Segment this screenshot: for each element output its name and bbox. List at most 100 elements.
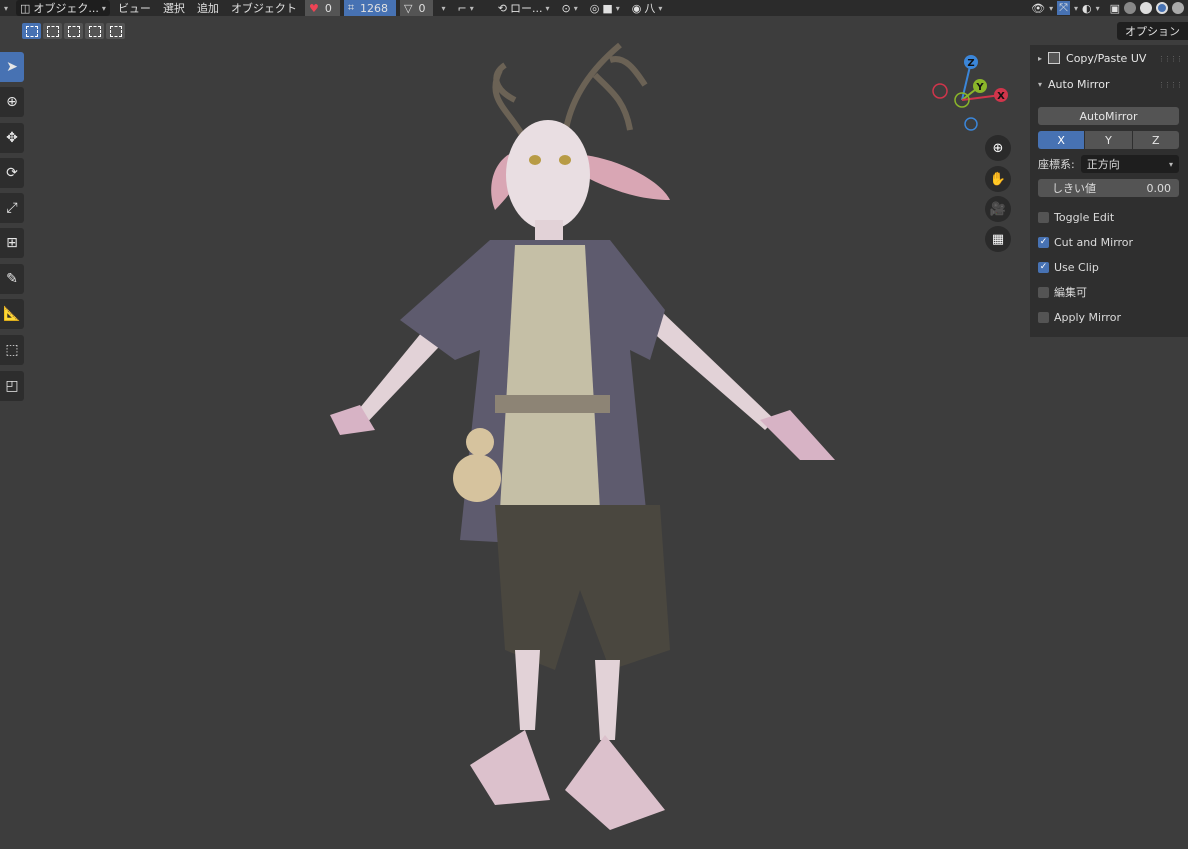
zoom-button[interactable]: ⊕ xyxy=(985,135,1011,161)
transform-icon: ⊞ xyxy=(6,235,18,251)
scale-tool[interactable]: ⤢ xyxy=(0,193,24,223)
apply-mirror-label: Apply Mirror xyxy=(1054,310,1121,324)
snap-button[interactable]: ⊙ ▾ xyxy=(557,0,581,16)
add-cube-tool[interactable]: ⬚ xyxy=(0,335,24,365)
stat-faces[interactable]: ▽ 0 xyxy=(400,0,434,16)
pan-button[interactable]: ✋ xyxy=(985,166,1011,192)
face-icon: ▽ xyxy=(404,1,413,15)
toggle-edit-checkbox[interactable]: Toggle Edit xyxy=(1038,208,1179,226)
gizmo-toggle-icon[interactable]: ⤧ xyxy=(1057,1,1070,15)
stats-dropdown[interactable]: ▾ xyxy=(437,0,449,16)
mirror-button[interactable]: ◉ 八 ▾ xyxy=(628,0,667,16)
chevron-down-icon: ▾ xyxy=(573,3,578,13)
toggle-edit-label: Toggle Edit xyxy=(1054,210,1115,224)
wireframe-shading-icon[interactable] xyxy=(1124,2,1136,14)
cursor-tool[interactable]: ⊕ xyxy=(0,87,24,117)
extra-tool[interactable]: ◰ xyxy=(0,371,24,401)
sidebar-panel: ▸ Copy/Paste UV ⋮⋮⋮⋮ ▾ Auto Mirror ⋮⋮⋮⋮ … xyxy=(1030,45,1188,337)
options-button[interactable]: オプション xyxy=(1117,22,1188,40)
chevron-down-icon[interactable]: ▾ xyxy=(1074,4,1078,13)
stat-vertices[interactable]: ♥ 0 xyxy=(304,0,340,16)
editable-checkbox[interactable]: 編集可 xyxy=(1038,283,1179,301)
proportional-edit-button[interactable]: ◎ ■ ▾ xyxy=(586,0,624,16)
stat-edges[interactable]: ⌗ 1268 xyxy=(343,0,397,16)
camera-button[interactable]: 🎥 xyxy=(985,196,1011,222)
chevron-down-icon[interactable]: ▾ xyxy=(1096,4,1100,13)
menu-add[interactable]: 追加 xyxy=(193,0,223,16)
copy-paste-uv-header[interactable]: ▸ Copy/Paste UV ⋮⋮⋮⋮ xyxy=(1030,45,1188,71)
threshold-field[interactable]: しきい値 0.00 xyxy=(1038,179,1179,197)
axis-y-toggle[interactable]: Y xyxy=(1085,131,1132,149)
pencil-icon: ✎ xyxy=(6,271,18,287)
checkbox-box[interactable] xyxy=(1038,286,1049,298)
overlay-icon[interactable]: ◐ xyxy=(1082,2,1092,15)
mode-selector[interactable]: ◫ オブジェク... ▾ xyxy=(16,0,110,16)
checkbox-box[interactable]: ✓ xyxy=(1038,261,1049,273)
cut-and-mirror-checkbox[interactable]: ✓ Cut and Mirror xyxy=(1038,233,1179,251)
menu-object[interactable]: オブジェクト xyxy=(227,0,301,16)
select-mode-intersect-button[interactable] xyxy=(106,23,125,39)
stat-edges-value: 1268 xyxy=(360,1,389,15)
header-right-group: 👁 ▾ ⤧ ▾ ◐ ▾ ▣ xyxy=(1031,0,1188,16)
move-icon: ✥ xyxy=(6,130,18,146)
select-mode-set-button[interactable] xyxy=(22,23,41,39)
use-clip-checkbox[interactable]: ✓ Use Clip xyxy=(1038,258,1179,276)
checkbox-box[interactable] xyxy=(1038,311,1049,323)
menu-view[interactable]: ビュー xyxy=(114,0,155,16)
rotate-icon: ⟳ xyxy=(6,165,18,181)
gourd-bottom xyxy=(453,454,501,502)
axis-toggle-group: X Y Z xyxy=(1038,131,1179,149)
neg-x-axis-handle[interactable] xyxy=(932,83,948,99)
select-mode-subtract-button[interactable] xyxy=(64,23,83,39)
camera-icon: 🎥 xyxy=(989,201,1007,217)
perspective-button[interactable]: ▦ xyxy=(985,226,1011,252)
character-model[interactable] xyxy=(320,30,850,845)
falloff-icon: ■ xyxy=(602,1,613,15)
navigation-gizmo[interactable]: Z Y X xyxy=(926,52,1016,134)
auto-mirror-header[interactable]: ▾ Auto Mirror ⋮⋮⋮⋮ xyxy=(1030,71,1188,97)
axis-x-toggle[interactable]: X xyxy=(1038,131,1085,149)
chevron-down-icon: ▾ xyxy=(1038,79,1043,89)
left-leg xyxy=(515,650,540,730)
gourd-top xyxy=(466,428,494,456)
drag-grip-icon[interactable]: ⋮⋮⋮⋮ xyxy=(1158,81,1183,89)
rotate-tool[interactable]: ⟳ xyxy=(0,158,24,188)
apply-mirror-checkbox[interactable]: Apply Mirror xyxy=(1038,308,1179,326)
copy-paste-uv-title: Copy/Paste UV xyxy=(1066,51,1147,65)
rendered-shading-icon[interactable] xyxy=(1172,2,1184,14)
use-clip-label: Use Clip xyxy=(1054,260,1099,274)
transform-orientation-button[interactable]: ⌐ ▾ xyxy=(454,0,478,16)
menu-select[interactable]: 選択 xyxy=(159,0,189,16)
checkbox-box[interactable]: ✓ xyxy=(1038,236,1049,248)
hand-icon: ✋ xyxy=(989,171,1007,187)
orientation-label: 座標系: xyxy=(1038,158,1075,171)
drag-grip-icon[interactable]: ⋮⋮⋮⋮ xyxy=(1158,55,1183,63)
select-box-tool[interactable]: ➤ xyxy=(0,52,24,82)
move-tool[interactable]: ✥ xyxy=(0,123,24,153)
head xyxy=(506,120,590,230)
orientation-dropdown[interactable]: 正方向 ▾ xyxy=(1080,155,1179,173)
pivot-selector[interactable]: ⟲ ロー... ▾ xyxy=(494,0,554,16)
chevron-down-icon: ▾ xyxy=(545,3,550,13)
solid-shading-icon[interactable] xyxy=(1140,2,1152,14)
select-mode-extend-button[interactable] xyxy=(43,23,62,39)
left-antler xyxy=(492,62,528,142)
checkbox-box[interactable] xyxy=(1038,211,1049,223)
axis-z-toggle[interactable]: Z xyxy=(1132,131,1179,149)
grid-icon: ▦ xyxy=(991,231,1005,247)
proportional-icon: ◎ xyxy=(589,1,600,15)
measure-tool[interactable]: 📐 xyxy=(0,299,24,329)
neg-z-axis-handle[interactable] xyxy=(964,117,978,131)
annotate-tool[interactable]: ✎ xyxy=(0,264,24,294)
editor-type-button[interactable]: ▾ xyxy=(0,0,12,16)
chevron-down-icon[interactable]: ▾ xyxy=(1049,4,1053,13)
visibility-icon[interactable]: 👁 xyxy=(1031,2,1045,15)
select-mode-invert-button[interactable] xyxy=(85,23,104,39)
automirror-button[interactable]: AutoMirror xyxy=(1038,107,1179,125)
material-shading-icon[interactable] xyxy=(1156,2,1168,14)
transform-tool[interactable]: ⊞ xyxy=(0,228,24,258)
xray-icon[interactable]: ▣ xyxy=(1110,2,1120,15)
shirt xyxy=(500,245,600,510)
orientation-icon: ⌐ xyxy=(457,1,467,15)
mirror-axis-icon: 八 xyxy=(644,2,656,15)
